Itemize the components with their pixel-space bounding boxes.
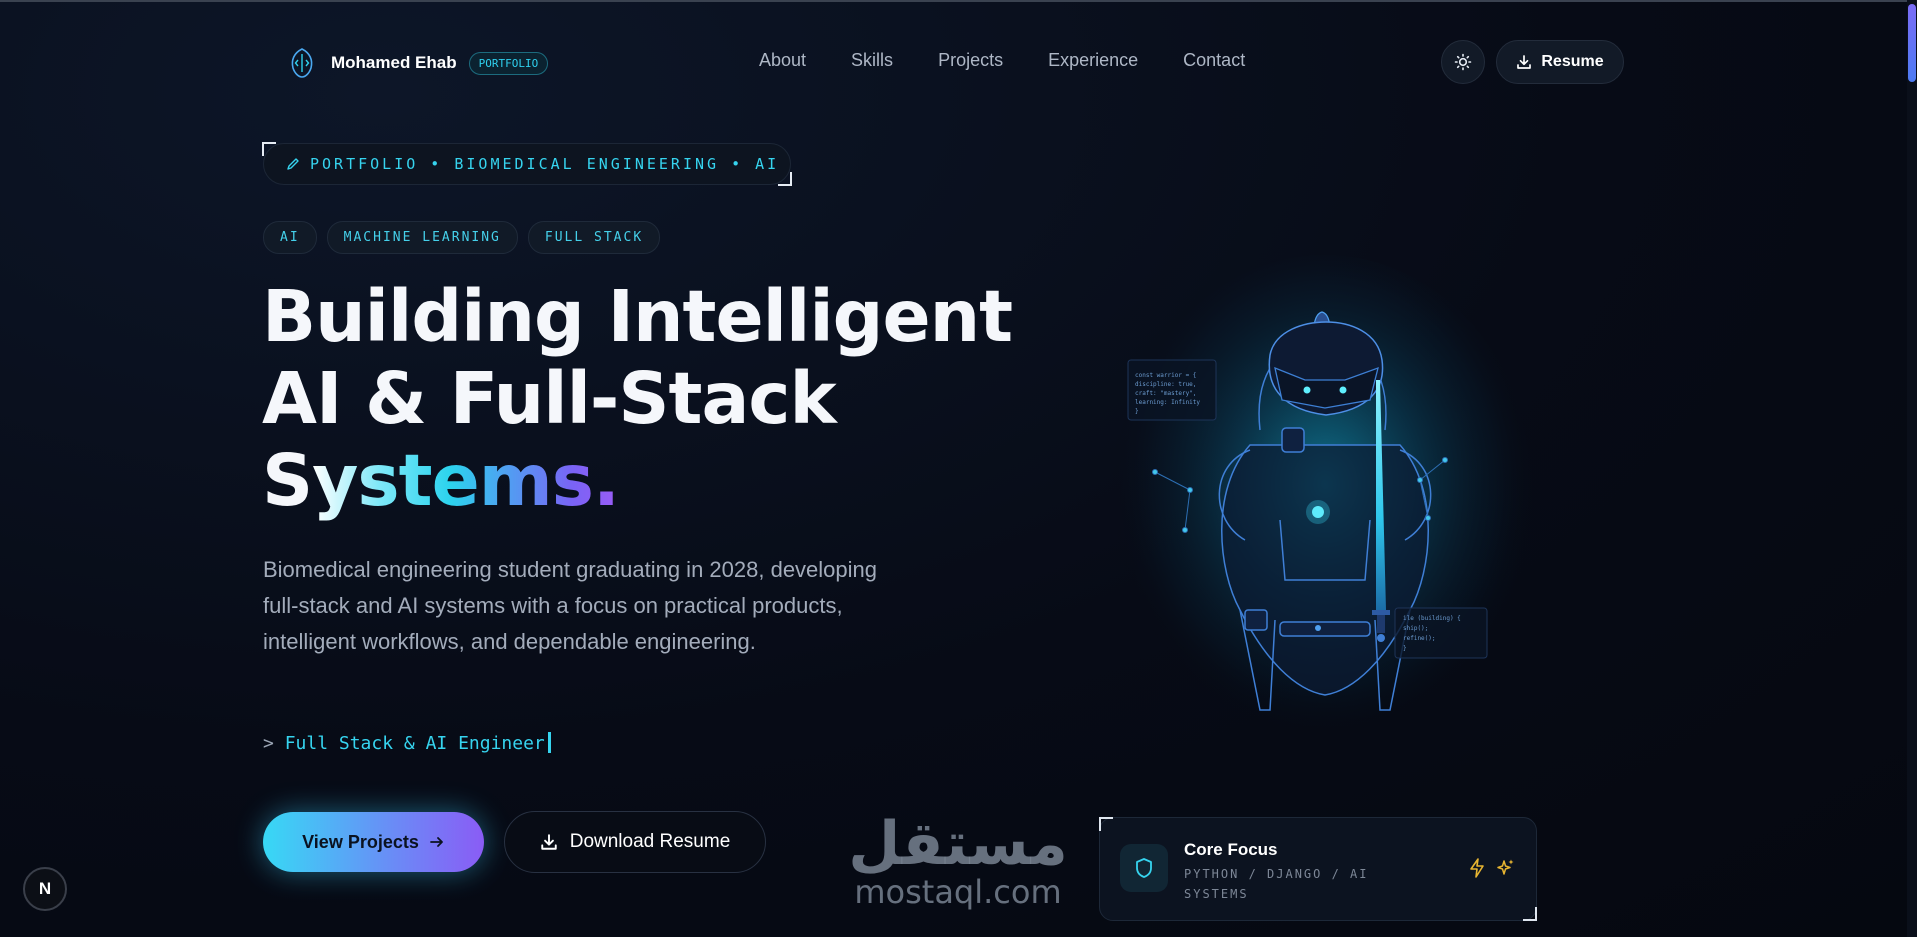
nav-link-experience[interactable]: Experience xyxy=(1048,50,1138,71)
headline-line-3-start: S xyxy=(262,439,313,522)
corner-bracket-top-left xyxy=(1099,817,1113,831)
watermark-arabic: مستقل xyxy=(848,809,1068,879)
view-projects-label: View Projects xyxy=(302,831,419,852)
headline-line-1: Building Intelligent xyxy=(262,275,1013,358)
core-focus-card: Core Focus PYTHON / DJANGO / AI SYSTEMS xyxy=(1099,817,1537,921)
download-icon xyxy=(541,834,557,850)
arrow-right-icon xyxy=(429,837,443,847)
tag-full-stack: FULL STACK xyxy=(527,221,661,254)
typing-caret xyxy=(547,732,551,753)
download-resume-label: Download Resume xyxy=(569,831,731,852)
typing-line: > Full Stack & AI Engineer xyxy=(263,732,551,754)
core-focus-title: Core Focus xyxy=(1184,840,1278,859)
hero-eyebrow-text: PORTFOLIO • BIOMEDICAL ENGINEERING • AI xyxy=(310,155,780,173)
shield-icon xyxy=(1136,858,1152,878)
core-focus-icon-tile xyxy=(1120,844,1168,892)
nav-link-about[interactable]: About xyxy=(759,50,806,71)
hero-eyebrow-label: PORTFOLIO • BIOMEDICAL ENGINEERING • AI xyxy=(262,142,792,186)
tag-machine-learning: MACHINE LEARNING xyxy=(326,221,518,254)
top-navbar: Mohamed Ehab PORTFOLIO About Skills Proj… xyxy=(0,40,1917,84)
resume-button-label: Resume xyxy=(1541,53,1604,70)
resume-button[interactable]: Resume xyxy=(1496,40,1624,84)
tag-ai: AI xyxy=(263,221,317,254)
hero-tags: AI MACHINE LEARNING FULL STACK xyxy=(263,221,661,254)
window-top-border xyxy=(0,0,1917,2)
headline-line-2: AI & Full-Stack xyxy=(262,357,837,440)
brand[interactable]: Mohamed Ehab PORTFOLIO xyxy=(285,46,549,80)
mostaql-watermark: مستقل mostaql.com xyxy=(838,814,1078,910)
nav-link-contact[interactable]: Contact xyxy=(1183,50,1245,71)
nav-links: About Skills Projects Experience Contact xyxy=(759,50,1290,71)
brand-name: Mohamed Ehab xyxy=(331,53,457,72)
pencil-icon xyxy=(287,158,299,170)
core-focus-subtitle: PYTHON / DJANGO / AI SYSTEMS xyxy=(1184,867,1369,901)
view-projects-button[interactable]: View Projects xyxy=(263,812,484,872)
code-snippet-right: ile (building) { ship(); refine(); } xyxy=(1394,607,1488,659)
brand-logo-icon xyxy=(291,48,313,78)
nextjs-dev-badge[interactable]: N xyxy=(23,867,67,911)
typing-text: Full Stack & AI Engineer xyxy=(284,733,545,754)
hero-description: Biomedical engineering student graduatin… xyxy=(263,557,878,654)
headline-line-3: Systems. xyxy=(262,440,1012,522)
download-resume-button[interactable]: Download Resume xyxy=(504,811,766,873)
code-snippet-left: const warrior = { discipline: true, craf… xyxy=(1127,359,1217,421)
headline-gradient-word: ystems. xyxy=(312,439,620,522)
sparkles-icon xyxy=(1497,859,1514,875)
sun-icon xyxy=(1454,53,1472,71)
watermark-latin: mostaql.com xyxy=(854,873,1062,911)
theme-toggle-button[interactable] xyxy=(1441,40,1485,84)
warrior-illustration: const warrior = { discipline: true, craf… xyxy=(1110,255,1540,765)
corner-bracket-top-left xyxy=(262,142,276,156)
hero-headline: Building Intelligent AI & Full-Stack Sys… xyxy=(262,275,1013,522)
nav-link-projects[interactable]: Projects xyxy=(938,50,1003,71)
corner-bracket-bottom-right xyxy=(778,172,792,186)
typing-prompt: > xyxy=(263,733,274,754)
brand-badge: PORTFOLIO xyxy=(468,51,549,75)
scrollbar[interactable] xyxy=(1907,0,1917,937)
lightning-bolt-icon xyxy=(1470,858,1484,878)
download-icon xyxy=(1517,55,1532,69)
nav-link-skills[interactable]: Skills xyxy=(851,50,893,71)
corner-bracket-bottom-right xyxy=(1523,907,1537,921)
